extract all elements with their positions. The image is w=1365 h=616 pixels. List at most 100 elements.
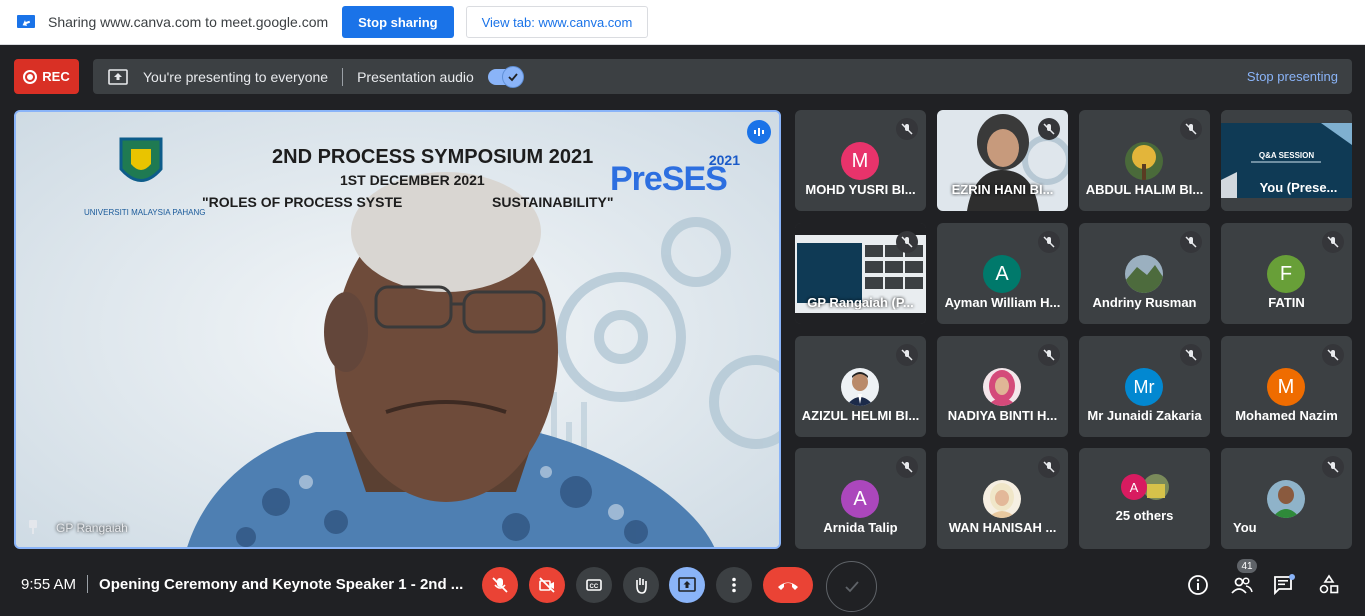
participant-tile[interactable]: You [1221, 448, 1352, 549]
captions-button[interactable]: CC [576, 567, 612, 603]
recording-badge[interactable]: REC [14, 59, 79, 94]
people-count-badge: 41 [1237, 559, 1257, 573]
participant-name: You [1233, 520, 1257, 535]
mic-off-icon [1322, 231, 1344, 253]
mic-off-icon [1038, 344, 1060, 366]
participant-tile[interactable]: Andriny Rusman [1079, 223, 1210, 324]
participant-name: Ayman William H... [944, 295, 1061, 310]
presentation-preview [1221, 110, 1352, 211]
participant-name: Mr Junaidi Zakaria [1087, 408, 1202, 423]
mic-off-icon [896, 118, 918, 140]
present-now-button[interactable] [669, 567, 705, 603]
camera-off-icon [539, 577, 555, 593]
presentation-audio-label: Presentation audio [357, 68, 474, 85]
presenting-status-text: You're presenting to everyone [143, 68, 329, 85]
participant-name: NADIYA BINTI H... [947, 408, 1058, 423]
recording-label: REC [42, 69, 70, 84]
participant-tile[interactable]: F FATIN [1221, 223, 1352, 324]
speaker-name: GP Rangaiah [56, 521, 128, 535]
avatar: Mr [1125, 368, 1163, 406]
confirm-button[interactable] [826, 561, 877, 612]
banner-divider [342, 67, 344, 86]
activities-icon [1319, 574, 1339, 594]
participant-tile[interactable]: EZRIN HANI BI... [937, 110, 1068, 211]
present-screen-icon [108, 68, 128, 85]
mic-off-icon [1038, 231, 1060, 253]
chat-button[interactable] [1271, 572, 1297, 598]
meeting-title[interactable]: Opening Ceremony and Keynote Speaker 1 -… [99, 576, 463, 593]
avatar [1125, 142, 1163, 180]
mic-toggle-button[interactable] [482, 567, 518, 603]
avatar: A [983, 255, 1021, 293]
participant-name: You (Prese... [1259, 180, 1338, 195]
participant-name: Andriny Rusman [1092, 295, 1197, 310]
screen-share-icon [17, 15, 35, 28]
presenting-banner: You're presenting to everyone Presentati… [93, 59, 1352, 94]
participant-name: Arnida Talip [823, 520, 898, 535]
participant-tile[interactable]: A Arnida Talip [795, 448, 926, 549]
participant-tile[interactable]: A Ayman William H... [937, 223, 1068, 324]
check-icon [501, 65, 524, 88]
others-tile[interactable]: A 25 others [1079, 448, 1210, 549]
main-speaker-tile[interactable]: 2ND PROCESS SYMPOSIUM 2021 1ST DECEMBER … [14, 110, 781, 549]
participant-tile[interactable]: NADIYA BINTI H... [937, 336, 1068, 437]
avatar: A [841, 480, 879, 518]
slide-date: 1ST DECEMBER 2021 [340, 172, 485, 188]
mic-off-icon [1322, 456, 1344, 478]
avatar [983, 368, 1021, 406]
slide-theme-right: SUSTAINABILITY" [492, 194, 614, 210]
participant-name: ABDUL HALIM BI... [1085, 182, 1204, 197]
bottom-divider [87, 575, 89, 593]
meeting-details-button[interactable] [1185, 572, 1211, 598]
participant-tile[interactable]: AZIZUL HELMI BI... [795, 336, 926, 437]
raise-hand-button[interactable] [623, 567, 659, 603]
university-name: UNIVERSITI MALAYSIA PAHANG [84, 208, 206, 217]
presentation-audio-toggle[interactable] [487, 65, 524, 88]
avatar [841, 368, 879, 406]
mic-off-icon [1180, 118, 1202, 140]
stop-sharing-button[interactable]: Stop sharing [342, 6, 454, 38]
people-icon [1231, 577, 1253, 594]
participant-name: Mohamed Nazim [1235, 408, 1338, 423]
mic-off-icon [896, 344, 918, 366]
leave-call-button[interactable] [763, 567, 813, 603]
people-button[interactable] [1229, 572, 1255, 598]
more-options-button[interactable] [716, 567, 752, 603]
avatar [983, 480, 1021, 518]
participant-tile[interactable]: WAN HANISAH ... [937, 448, 1068, 549]
participant-tile[interactable]: Mr Mr Junaidi Zakaria [1079, 336, 1210, 437]
others-count: 25 others [1115, 508, 1174, 523]
mic-off-icon [1038, 456, 1060, 478]
mic-off-icon [896, 456, 918, 478]
chat-icon [1274, 574, 1295, 596]
sharing-status-text: Sharing www.canva.com to meet.google.com [48, 14, 329, 30]
participant-tile[interactable]: GP Rangaiah (P... [795, 223, 926, 324]
pin-icon[interactable] [26, 519, 40, 535]
mic-off-icon [1322, 344, 1344, 366]
stop-presenting-link[interactable]: Stop presenting [1247, 69, 1338, 84]
clock-time: 9:55 AM [21, 575, 77, 593]
meeting-details: 9:55 AM Opening Ceremony and Keynote Spe… [21, 575, 463, 593]
mic-off-icon [1038, 118, 1060, 140]
camera-toggle-button[interactable] [529, 567, 565, 603]
participant-tile[interactable]: M Mohamed Nazim [1221, 336, 1352, 437]
preses-logo: 2021 PreSES [610, 152, 740, 198]
avatar [1267, 480, 1305, 518]
view-tab-button[interactable]: View tab: www.canva.com [465, 6, 649, 38]
qa-slide-title: Q&A SESSION [1258, 151, 1315, 160]
hand-icon [636, 578, 647, 594]
participant-name: WAN HANISAH ... [948, 520, 1057, 535]
slide-title: 2ND PROCESS SYMPOSIUM 2021 [272, 146, 594, 168]
activities-button[interactable] [1316, 572, 1342, 598]
participant-tile[interactable]: ABDUL HALIM BI... [1079, 110, 1210, 211]
avatar [1125, 255, 1163, 293]
participant-name: FATIN [1268, 295, 1305, 310]
participant-tile[interactable]: Q&A SESSION You (Prese... [1221, 110, 1352, 211]
call-end-icon [778, 582, 798, 590]
participant-name: MOHD YUSRI BI... [805, 182, 916, 197]
mic-off-icon [1180, 231, 1202, 253]
avatar: M [1267, 368, 1305, 406]
record-icon [23, 69, 38, 84]
speaking-indicator-icon [747, 120, 771, 144]
participant-tile[interactable]: M MOHD YUSRI BI... [795, 110, 926, 211]
